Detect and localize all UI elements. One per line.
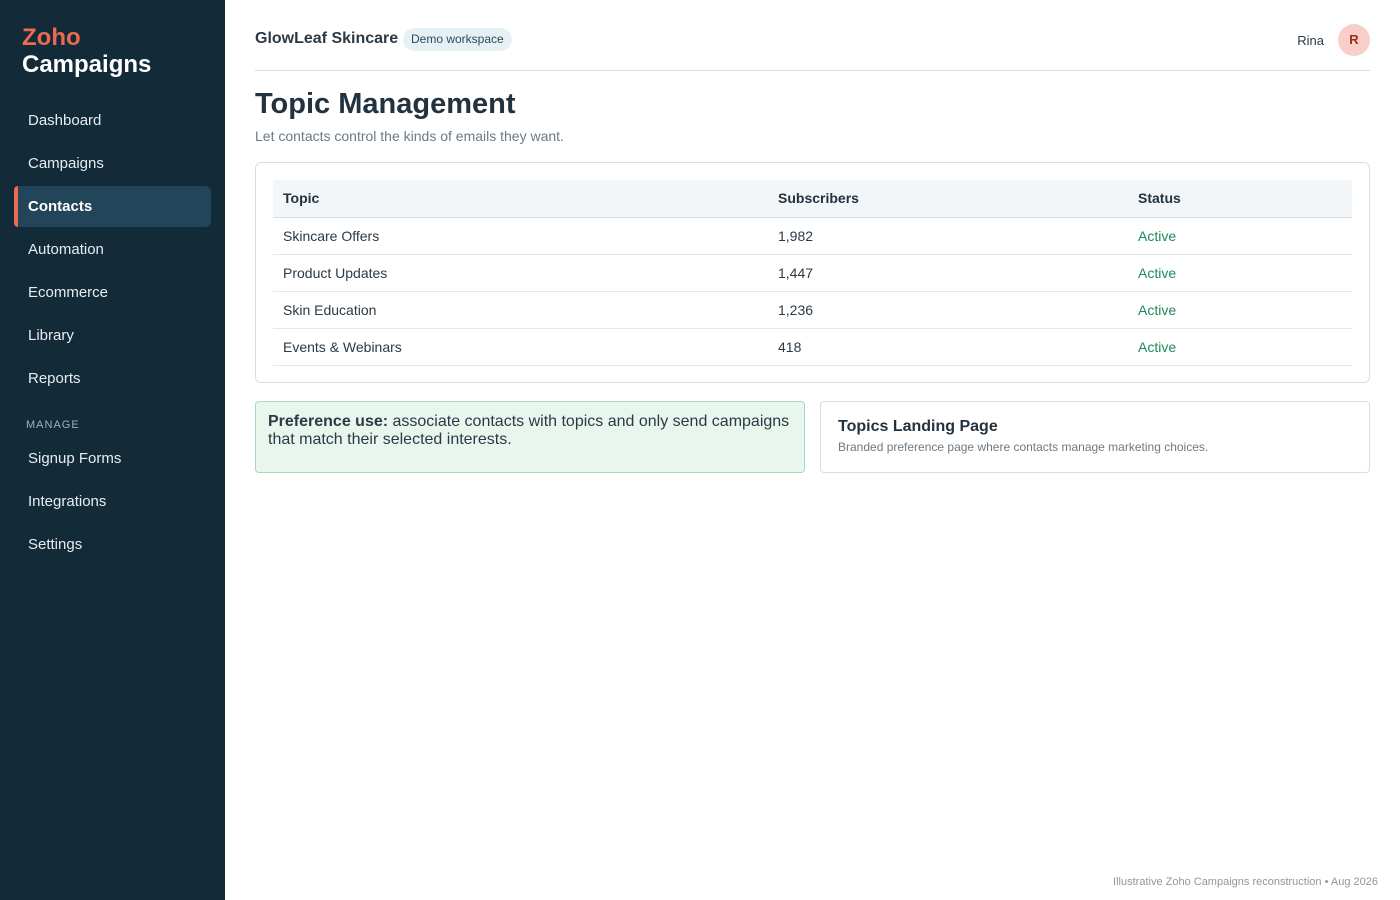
footer-note: Illustrative Zoho Campaigns reconstructi… [1113, 876, 1378, 888]
subscriber-count: 1,447 [768, 254, 1128, 292]
user-name[interactable]: Rina [1297, 33, 1324, 48]
table-row[interactable]: Skin Education 1,236 Active [273, 291, 1352, 329]
subscriber-count: 1,982 [768, 217, 1128, 255]
topic-name[interactable]: Events & Webinars [273, 328, 768, 366]
sidebar-item-campaigns[interactable]: Campaigns [14, 143, 211, 184]
preference-use-note: Preference use: associate contacts with … [255, 401, 805, 473]
topics-table-card: Topic Subscribers Status Skincare Offers… [255, 162, 1370, 383]
sidebar-section-label: MANAGE [26, 419, 80, 431]
table-row[interactable]: Skincare Offers 1,982 Active [273, 217, 1352, 255]
landing-title: Topics Landing Page [838, 418, 998, 435]
sidebar: Zoho Campaigns Dashboard Campaigns Conta… [0, 0, 225, 900]
table-row[interactable]: Events & Webinars 418 Active [273, 328, 1352, 366]
column-header-subscribers[interactable]: Subscribers [768, 180, 1128, 218]
sidebar-item-dashboard[interactable]: Dashboard [14, 100, 211, 141]
column-header-topic[interactable]: Topic [273, 180, 768, 218]
topics-landing-page-card[interactable]: Topics Landing Page Branded preference p… [820, 401, 1370, 473]
workspace-brand: GlowLeaf Skincare [255, 30, 399, 47]
sidebar-item-integrations[interactable]: Integrations [14, 481, 211, 522]
table-header-row: Topic Subscribers Status [273, 180, 1352, 218]
topics-table: Topic Subscribers Status Skincare Offers… [273, 180, 1352, 366]
subscriber-count: 1,236 [768, 291, 1128, 329]
sidebar-item-reports[interactable]: Reports [14, 358, 211, 399]
sidebar-item-automation[interactable]: Automation [14, 229, 211, 270]
logo-line-1: Zoho [22, 24, 81, 51]
landing-description: Branded preference page where contacts m… [838, 440, 1209, 454]
logo-line-2: Campaigns [22, 51, 152, 78]
topic-name[interactable]: Skin Education [273, 291, 768, 329]
status-badge: Active [1128, 217, 1352, 255]
table-row[interactable]: Product Updates 1,447 Active [273, 254, 1352, 292]
avatar[interactable]: R [1338, 24, 1370, 56]
workspace-badge: Demo workspace [403, 28, 512, 51]
sidebar-item-settings[interactable]: Settings [14, 524, 211, 565]
status-badge: Active [1128, 291, 1352, 329]
status-badge: Active [1128, 254, 1352, 292]
topic-name[interactable]: Product Updates [273, 254, 768, 292]
sidebar-item-ecommerce[interactable]: Ecommerce [14, 272, 211, 313]
app-logo[interactable]: Zoho Campaigns [22, 24, 151, 78]
sidebar-item-signup-forms[interactable]: Signup Forms [14, 438, 211, 479]
sidebar-item-library[interactable]: Library [14, 315, 211, 356]
subscriber-count: 418 [768, 328, 1128, 366]
status-badge: Active [1128, 328, 1352, 366]
page-title: Topic Management [255, 88, 516, 120]
column-header-status[interactable]: Status [1128, 180, 1352, 218]
top-header: GlowLeaf Skincare Demo workspace Rina R [255, 24, 1370, 71]
page-subtitle: Let contacts control the kinds of emails… [255, 128, 564, 144]
topic-name[interactable]: Skincare Offers [273, 217, 768, 255]
sidebar-item-contacts[interactable]: Contacts [14, 186, 211, 227]
preference-label: Preference use: [268, 413, 389, 430]
